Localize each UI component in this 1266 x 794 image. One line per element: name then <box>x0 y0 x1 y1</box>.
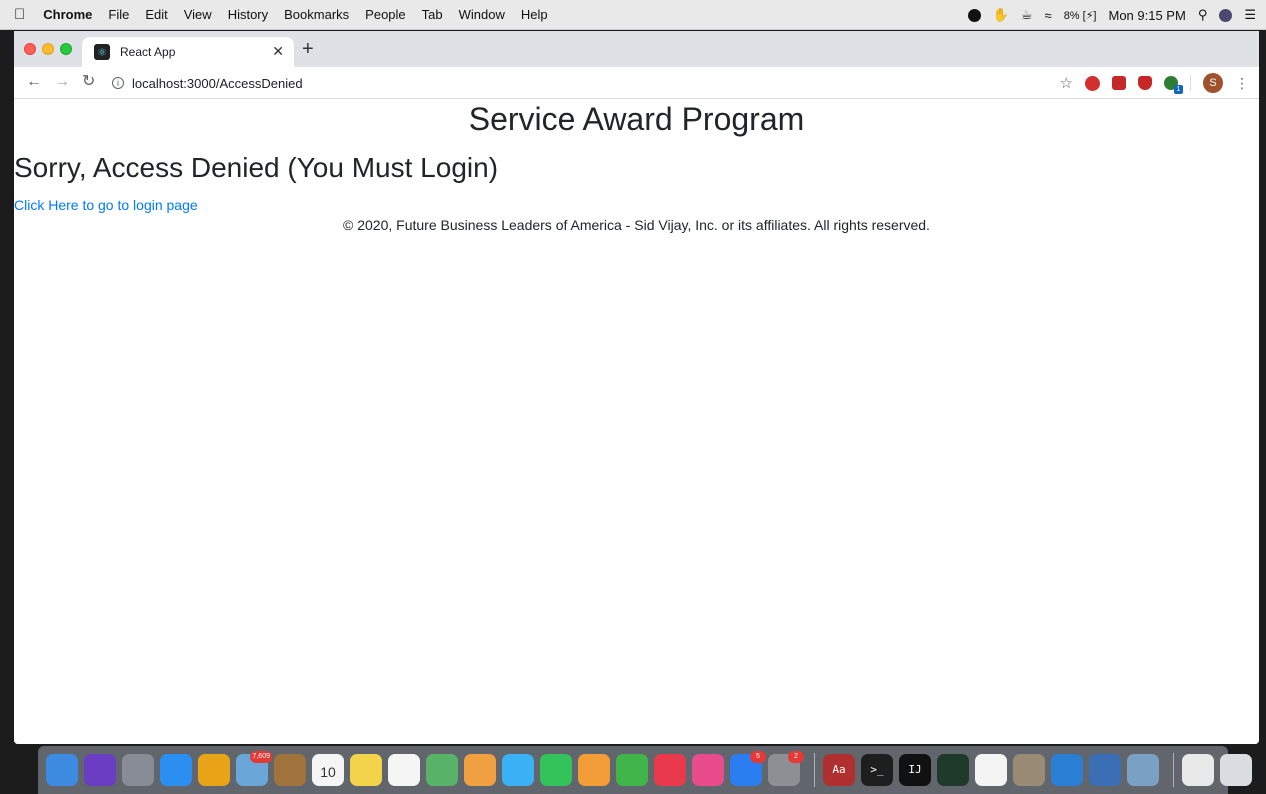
trash-icon[interactable] <box>1220 754 1252 786</box>
browser-tab[interactable]: ⚛ React App ✕ <box>82 37 294 67</box>
menu-people[interactable]: People <box>365 7 405 22</box>
copyright-footer: © 2020, Future Business Leaders of Ameri… <box>343 217 930 233</box>
new-tab-button[interactable]: + <box>302 37 314 61</box>
dictionary-glyph: Aa <box>832 763 846 776</box>
preview-icon[interactable]: 7,609 <box>236 751 272 786</box>
itunes-icon[interactable] <box>692 754 724 786</box>
terminal-glyph: >_ <box>870 763 884 776</box>
menu-app-name[interactable]: Chrome <box>43 7 92 22</box>
url-text[interactable]: localhost:3000/AccessDenied <box>132 76 303 91</box>
address-bar[interactable]: i localhost:3000/AccessDenied <box>104 71 1064 95</box>
back-button[interactable]: ← <box>26 73 42 91</box>
numbers-icon[interactable] <box>616 754 648 786</box>
page-title: Service Award Program <box>468 101 805 137</box>
launchpad-icon[interactable] <box>122 754 154 786</box>
tab-strip: ⚛ React App ✕ + <box>14 31 1259 67</box>
extension-badge: 1 <box>1174 85 1183 94</box>
calendar-icon[interactable]: 10 <box>312 754 344 786</box>
calendar-day: 10 <box>320 764 336 780</box>
hand-icon[interactable]: ✋ <box>993 7 1009 23</box>
keychain-icon[interactable] <box>1013 754 1045 786</box>
page-viewport: Service Award Program Sorry, Access Deni… <box>14 99 1259 744</box>
menu-bar-status: ✋ ☕ ≈ 8% [⚡] Mon 9:15 PM ⚲ ☰ <box>956 0 1256 30</box>
notification-center-icon[interactable]: ☰ <box>1244 7 1256 23</box>
terminal-icon[interactable]: >_ <box>861 754 893 786</box>
quicktime-icon[interactable] <box>1089 754 1121 786</box>
apple-menu-icon[interactable]:  <box>14 6 25 23</box>
siri-icon[interactable] <box>84 754 116 786</box>
menu-edit[interactable]: Edit <box>145 7 167 22</box>
news-icon[interactable] <box>654 754 686 786</box>
profile-avatar[interactable]: S <box>1203 73 1223 93</box>
window-minimize-button[interactable] <box>42 43 54 55</box>
chrome-icon[interactable] <box>198 754 230 786</box>
menu-bar:  Chrome File Edit View History Bookmark… <box>0 0 1266 30</box>
status-app-icon[interactable] <box>967 8 981 22</box>
tab-close-icon[interactable]: ✕ <box>272 43 284 60</box>
clock[interactable]: Mon 9:15 PM <box>1108 8 1185 23</box>
menu-help[interactable]: Help <box>521 7 548 22</box>
spotlight-search-icon[interactable]: ⚲ <box>1198 7 1208 23</box>
facetime-icon[interactable] <box>540 754 572 786</box>
dock-separator <box>1173 753 1174 787</box>
finder-icon[interactable] <box>46 754 78 786</box>
screen:  Chrome File Edit View History Bookmark… <box>0 0 1266 794</box>
coffee-icon[interactable]: ☕ <box>1021 7 1033 23</box>
login-page-link[interactable]: Click Here to go to login page <box>14 197 198 213</box>
toolbar-divider <box>1190 75 1191 91</box>
browser-toolbar: ← → ↻ i localhost:3000/AccessDenied ☆ 1 … <box>14 67 1259 99</box>
green-extension-icon[interactable]: 1 <box>1164 76 1183 94</box>
mail-badge: 7,609 <box>250 751 272 763</box>
menu-bookmarks[interactable]: Bookmarks <box>284 7 349 22</box>
pages-icon[interactable] <box>578 754 610 786</box>
app-store-badge: 5 <box>750 751 766 763</box>
notebook-icon[interactable] <box>274 754 306 786</box>
siri-status-icon[interactable] <box>1219 8 1233 22</box>
screenshot-icon[interactable] <box>1127 754 1159 786</box>
maps-icon[interactable] <box>426 754 458 786</box>
notes-icon[interactable] <box>350 754 382 786</box>
tab-title: React App <box>120 45 176 59</box>
messages-icon[interactable] <box>502 754 534 786</box>
adblock-plus-extension-icon[interactable] <box>1085 75 1100 91</box>
dock: 7,609 10 5 2 Aa >_ IJ <box>38 746 1252 794</box>
reminders-icon[interactable] <box>388 754 420 786</box>
chrome-menu-icon[interactable]: ⋮ <box>1235 75 1249 92</box>
system-preferences-icon[interactable]: 2 <box>768 751 804 786</box>
access-denied-heading: Sorry, Access Denied (You Must Login) <box>14 152 499 183</box>
red-square-extension-icon[interactable] <box>1112 76 1126 90</box>
adblock-extension-icon[interactable] <box>1138 76 1152 90</box>
intellij-glyph: IJ <box>908 763 922 776</box>
wifi-icon[interactable]: ≈ <box>1045 8 1052 23</box>
menu-window[interactable]: Window <box>459 7 505 22</box>
app-store-icon[interactable]: 5 <box>730 751 766 786</box>
react-favicon-icon: ⚛ <box>94 44 110 60</box>
toolbar-actions: ☆ 1 S ⋮ <box>1048 72 1249 94</box>
textedit-icon[interactable] <box>975 754 1007 786</box>
menu-view[interactable]: View <box>184 7 212 22</box>
browser-window: ⚛ React App ✕ + ← → ↻ i localhost:3000/A… <box>14 31 1259 744</box>
finder-window-icon[interactable] <box>1182 754 1214 786</box>
battery-status[interactable]: 8% [⚡] <box>1064 9 1097 22</box>
menu-file[interactable]: File <box>108 7 129 22</box>
window-close-button[interactable] <box>24 43 36 55</box>
preferences-badge: 2 <box>788 751 804 763</box>
vscode-icon[interactable] <box>1051 754 1083 786</box>
site-info-icon[interactable]: i <box>112 77 124 89</box>
window-maximize-button[interactable] <box>60 43 72 55</box>
bookmark-star-icon[interactable]: ☆ <box>1060 74 1073 92</box>
activity-monitor-icon[interactable] <box>937 754 969 786</box>
menu-history[interactable]: History <box>228 7 268 22</box>
photos-icon[interactable] <box>464 754 496 786</box>
dock-separator <box>814 753 815 787</box>
safari-icon[interactable] <box>160 754 192 786</box>
intellij-icon[interactable]: IJ <box>899 754 931 786</box>
menu-tab[interactable]: Tab <box>422 7 443 22</box>
forward-button[interactable]: → <box>54 73 70 91</box>
dictionary-icon[interactable]: Aa <box>823 754 855 786</box>
reload-button[interactable]: ↻ <box>82 73 95 91</box>
